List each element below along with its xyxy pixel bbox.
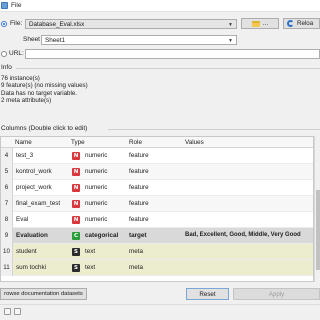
reload-label: Reloa bbox=[297, 20, 314, 27]
report-icon[interactable] bbox=[14, 308, 21, 315]
column-values[interactable]: Bad, Excellent, Good, Middle, Very Good bbox=[185, 232, 301, 238]
column-type[interactable]: numeric bbox=[85, 184, 107, 191]
info-line: 2 meta attribute(s) bbox=[1, 97, 52, 105]
window-title: File bbox=[11, 2, 22, 9]
column-role[interactable]: feature bbox=[129, 168, 149, 175]
row-number: 5 bbox=[1, 164, 13, 180]
sheet-combo-value: Sheet1 bbox=[45, 36, 65, 44]
text-icon: S bbox=[72, 248, 80, 256]
reload-icon bbox=[287, 20, 294, 27]
apply-button[interactable]: Apply bbox=[233, 288, 320, 300]
column-role[interactable]: feature bbox=[129, 184, 149, 191]
column-role[interactable]: feature bbox=[129, 216, 149, 223]
info-divider bbox=[16, 68, 320, 69]
sheet-combo[interactable]: Sheet1 ▼ bbox=[41, 35, 237, 45]
table-scrollbar[interactable] bbox=[314, 136, 320, 282]
row-number: 11 bbox=[1, 260, 13, 276]
column-name[interactable]: Eval bbox=[16, 216, 28, 223]
column-type[interactable]: text bbox=[85, 264, 95, 271]
column-name[interactable]: student bbox=[16, 248, 37, 255]
row-number: 9 bbox=[1, 228, 13, 244]
file-combo-value: Database_Eval.xlsx bbox=[29, 20, 85, 28]
numeric-icon: N bbox=[72, 168, 80, 176]
help-icon[interactable] bbox=[4, 308, 11, 315]
numeric-icon: N bbox=[72, 216, 80, 224]
url-label: URL: bbox=[9, 50, 24, 57]
info-line: 76 instance(s) bbox=[1, 75, 40, 82]
column-type[interactable]: categorical bbox=[85, 232, 118, 239]
col-header-values[interactable]: Values bbox=[185, 139, 204, 146]
table-row[interactable]: 9 Evaluation C categorical target Bad, E… bbox=[1, 228, 313, 244]
browse-file-label: ... bbox=[262, 20, 269, 27]
table-row[interactable]: 4 test_3 N numeric feature bbox=[1, 148, 313, 164]
table-row[interactable]: 7 final_exam_test N numeric feature bbox=[1, 196, 313, 212]
chevron-down-icon: ▼ bbox=[228, 38, 233, 44]
columns-header: Columns (Double click to edit) bbox=[1, 125, 88, 132]
row-number: 6 bbox=[1, 180, 13, 196]
chevron-down-icon: ▼ bbox=[228, 22, 233, 28]
table-header: Name Type Role Values bbox=[1, 137, 313, 148]
col-header-type[interactable]: Type bbox=[71, 139, 85, 146]
info-header: Info bbox=[1, 64, 12, 71]
column-role[interactable]: meta bbox=[129, 248, 143, 255]
table-row[interactable]: 6 project_work N numeric feature bbox=[1, 180, 313, 196]
column-role[interactable]: target bbox=[129, 232, 147, 239]
table-row[interactable]: 10 student S text meta bbox=[1, 244, 313, 260]
info-line: Data has no target variable. bbox=[1, 89, 78, 97]
column-name[interactable]: kontrol_work bbox=[16, 168, 52, 175]
table-row[interactable]: 11 sum tochki S text meta bbox=[1, 260, 313, 276]
reload-button[interactable]: Reloa bbox=[283, 18, 320, 29]
info-text: 76 instance(s) 9 feature(s) (no missing … bbox=[1, 75, 88, 105]
columns-table[interactable]: Name Type Role Values 4 test_3 N numeric… bbox=[0, 136, 314, 282]
browse-file-button[interactable]: ... bbox=[241, 18, 279, 29]
column-name[interactable]: Evaluation bbox=[16, 232, 48, 239]
table-row[interactable]: 8 Eval N numeric feature bbox=[1, 212, 313, 228]
browse-documentation-datasets-button[interactable]: rowse documentation datasets bbox=[0, 288, 87, 300]
url-input[interactable] bbox=[25, 49, 320, 59]
scrollbar-thumb[interactable] bbox=[316, 190, 320, 270]
column-role[interactable]: meta bbox=[129, 264, 143, 271]
reset-button[interactable]: Reset bbox=[186, 288, 229, 300]
text-icon: S bbox=[72, 264, 80, 272]
numeric-icon: N bbox=[72, 200, 80, 208]
row-number: 10 bbox=[1, 244, 13, 260]
folder-icon bbox=[251, 20, 260, 27]
numeric-icon: N bbox=[72, 184, 80, 192]
column-name[interactable]: final_exam_test bbox=[16, 200, 60, 207]
column-name[interactable]: test_3 bbox=[16, 152, 33, 159]
file-label: File: bbox=[10, 20, 23, 27]
file-widget-icon bbox=[1, 2, 8, 9]
columns-divider bbox=[108, 129, 320, 130]
info-line: 9 feature(s) (no missing values) bbox=[1, 82, 88, 90]
row-number: 7 bbox=[1, 196, 13, 212]
window-titlebar: File bbox=[0, 0, 320, 12]
file-combo[interactable]: Database_Eval.xlsx ▼ bbox=[25, 19, 237, 29]
status-bar bbox=[0, 304, 320, 320]
column-type[interactable]: numeric bbox=[85, 216, 107, 223]
column-type[interactable]: text bbox=[85, 248, 95, 255]
column-type[interactable]: numeric bbox=[85, 168, 107, 175]
column-type[interactable]: numeric bbox=[85, 152, 107, 159]
column-name[interactable]: sum tochki bbox=[16, 264, 46, 271]
url-radio[interactable] bbox=[1, 51, 7, 57]
file-radio[interactable] bbox=[1, 21, 7, 27]
row-number: 8 bbox=[1, 212, 13, 228]
column-role[interactable]: feature bbox=[129, 200, 149, 207]
col-header-role[interactable]: Role bbox=[129, 139, 142, 146]
table-row[interactable]: 5 kontrol_work N numeric feature bbox=[1, 164, 313, 180]
column-name[interactable]: project_work bbox=[16, 184, 52, 191]
col-header-name[interactable]: Name bbox=[15, 139, 32, 146]
numeric-icon: N bbox=[72, 152, 80, 160]
sheet-label: Sheet bbox=[23, 36, 40, 43]
categorical-icon: C bbox=[72, 232, 80, 240]
row-number: 4 bbox=[1, 148, 13, 164]
column-type[interactable]: numeric bbox=[85, 200, 107, 207]
column-role[interactable]: feature bbox=[129, 152, 149, 159]
